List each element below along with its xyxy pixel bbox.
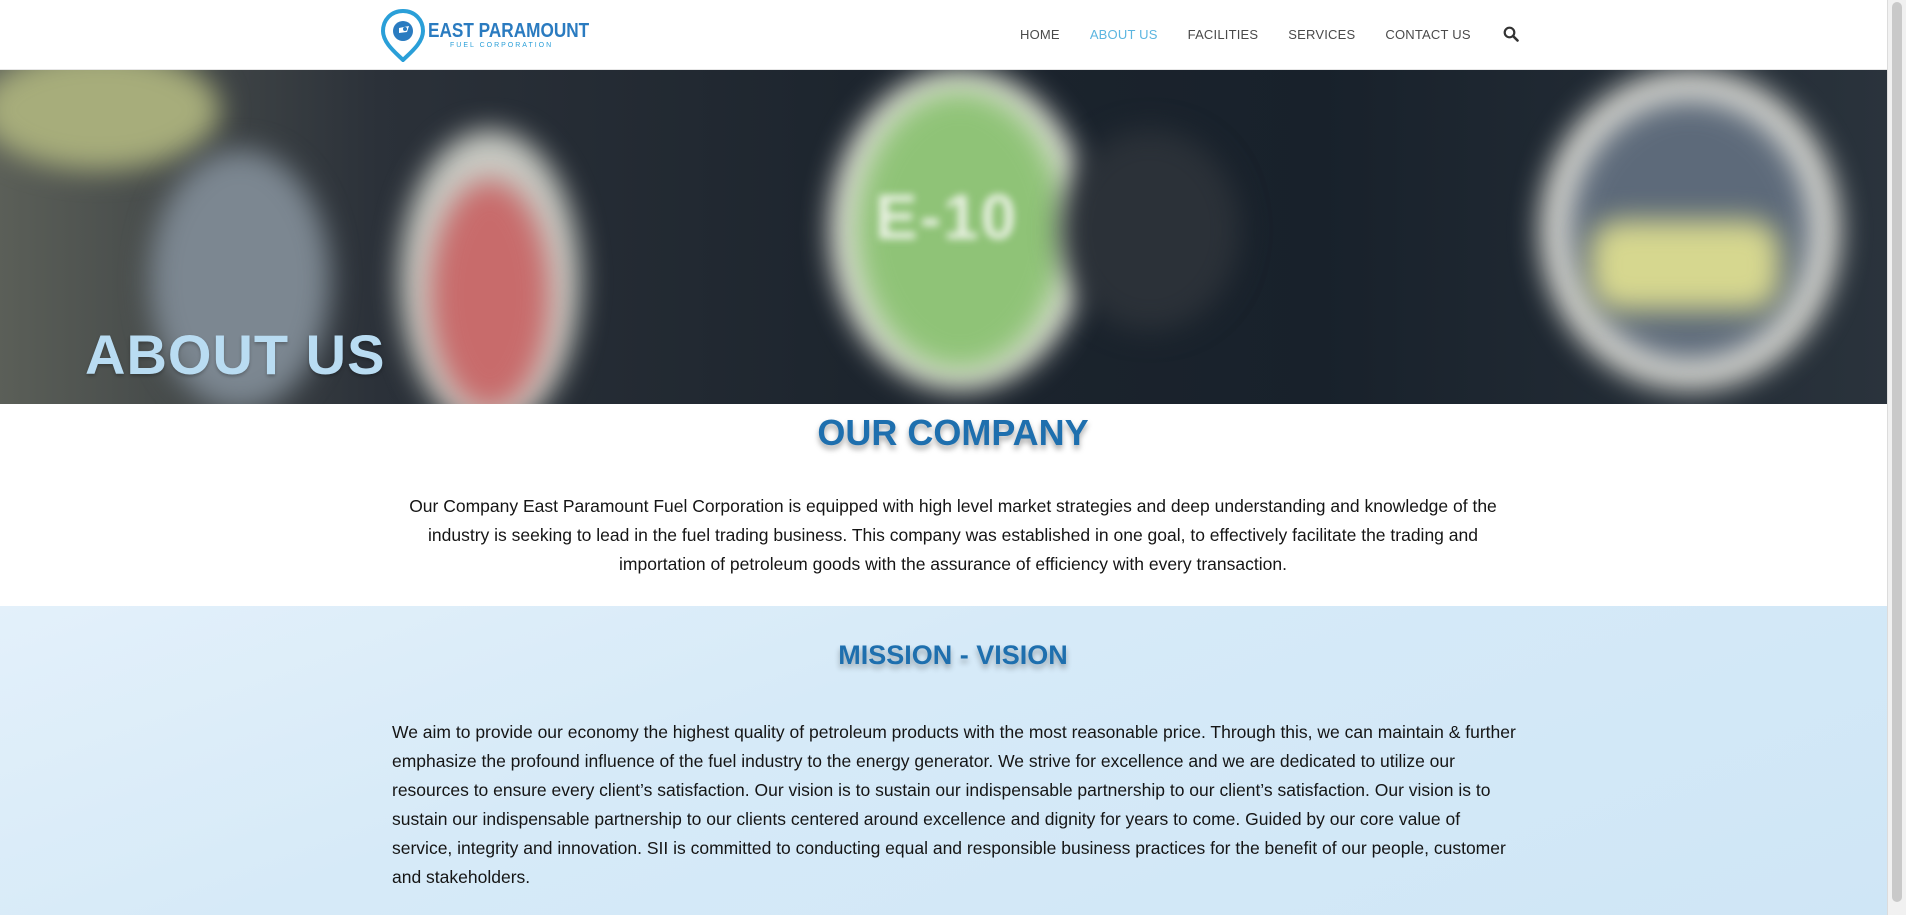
nav-facilities[interactable]: FACILITIES <box>1188 27 1259 42</box>
scrollbar-thumb[interactable] <box>1892 2 1902 902</box>
page-title: ABOUT US <box>85 323 386 386</box>
mission-vision-section: MISSION - VISION We aim to provide our e… <box>0 606 1887 915</box>
our-company-text: Our Company East Paramount Fuel Corporat… <box>409 496 1497 574</box>
nav-about-us[interactable]: ABOUT US <box>1090 27 1158 42</box>
hero-pump-label: E-10 <box>875 181 1019 253</box>
nav-services[interactable]: SERVICES <box>1288 27 1355 42</box>
search-icon[interactable] <box>1503 26 1519 42</box>
mission-vision-text: We aim to provide our economy the highes… <box>392 722 1516 887</box>
main-nav: HOME ABOUT US FACILITIES SERVICES CONTAC… <box>1020 26 1519 42</box>
our-company-heading: OUR COMPANY <box>817 412 1089 453</box>
hero-bg-shape <box>1060 130 1240 330</box>
nav-home[interactable]: HOME <box>1020 27 1060 42</box>
hero-bg-shape <box>1590 220 1780 310</box>
brand-subtitle: FUEL CORPORATION <box>450 41 554 49</box>
site-logo[interactable]: EAST PARAMOUNT FUEL CORPORATION <box>380 8 589 62</box>
site-header: EAST PARAMOUNT FUEL CORPORATION HOME ABO… <box>0 0 1887 70</box>
hero-bg-shape <box>430 180 550 404</box>
hero-bg-shape <box>0 70 220 170</box>
vertical-scrollbar[interactable] <box>1887 0 1906 915</box>
fuel-drop-logo-icon <box>380 8 426 62</box>
brand-name: EAST PARAMOUNT <box>428 19 590 42</box>
hero-banner: E-10 ABOUT US <box>0 70 1887 404</box>
nav-contact-us[interactable]: CONTACT US <box>1385 27 1470 42</box>
our-company-section: OUR COMPANY Our Company East Paramount F… <box>0 404 1887 606</box>
mission-vision-heading: MISSION - VISION <box>838 640 1068 670</box>
